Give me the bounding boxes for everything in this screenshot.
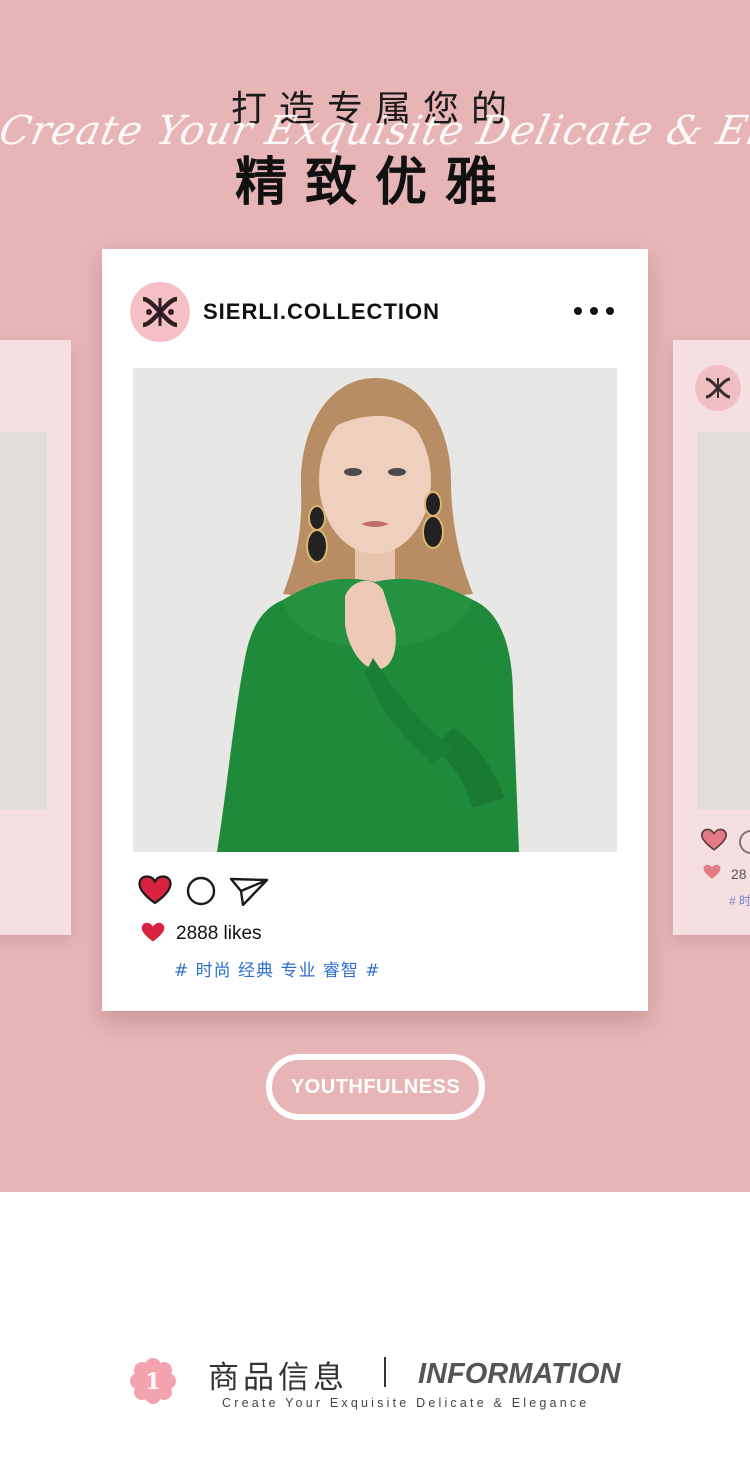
share-icon[interactable] [229,876,269,906]
likes-count: 28 [731,866,747,882]
account-name[interactable]: SIERLI.COLLECTION [203,299,440,325]
side-card-left [0,340,71,935]
youthfulness-button[interactable]: YOUTHFULNESS [266,1054,485,1120]
headline-line2: 精致优雅 [234,153,515,213]
avatar[interactable] [130,282,190,342]
likes-count: 2888 likes [176,923,262,944]
section-subtitle: Create Your Exquisite Delicate & Eleganc… [222,1396,590,1410]
heart-icon [701,828,727,851]
hashtags: # 时 [729,894,750,908]
post-actions [138,875,278,909]
side-card-right: 28 # 时 [673,340,750,935]
section-title-en: INFORMATION [418,1358,621,1390]
heart-icon [141,922,165,942]
brand-logo [142,296,178,328]
side-brand-logo [695,365,741,411]
comment-icon[interactable] [186,876,216,906]
hashtags[interactable]: # 时尚 经典 专业 睿智 # [174,956,381,981]
post-photo [133,368,617,852]
side-photo-right [697,432,750,810]
section-number-badge: 1 [130,1358,176,1404]
hero-section: 打造专属您的 Create Your Exquisite Delicate & … [0,0,750,1192]
more-icon[interactable] [574,299,614,323]
post-card: SIERLI.COLLECTION 2888 likes # 时尚 经典 专业 … [102,249,648,1011]
section-number: 1 [145,1369,160,1395]
heart-icon[interactable] [138,875,172,905]
comment-icon [739,830,750,854]
divider [384,1357,386,1387]
heart-icon [703,864,721,879]
side-photo-left [0,432,47,810]
section-title-cn: 商品信息 [208,1360,348,1396]
